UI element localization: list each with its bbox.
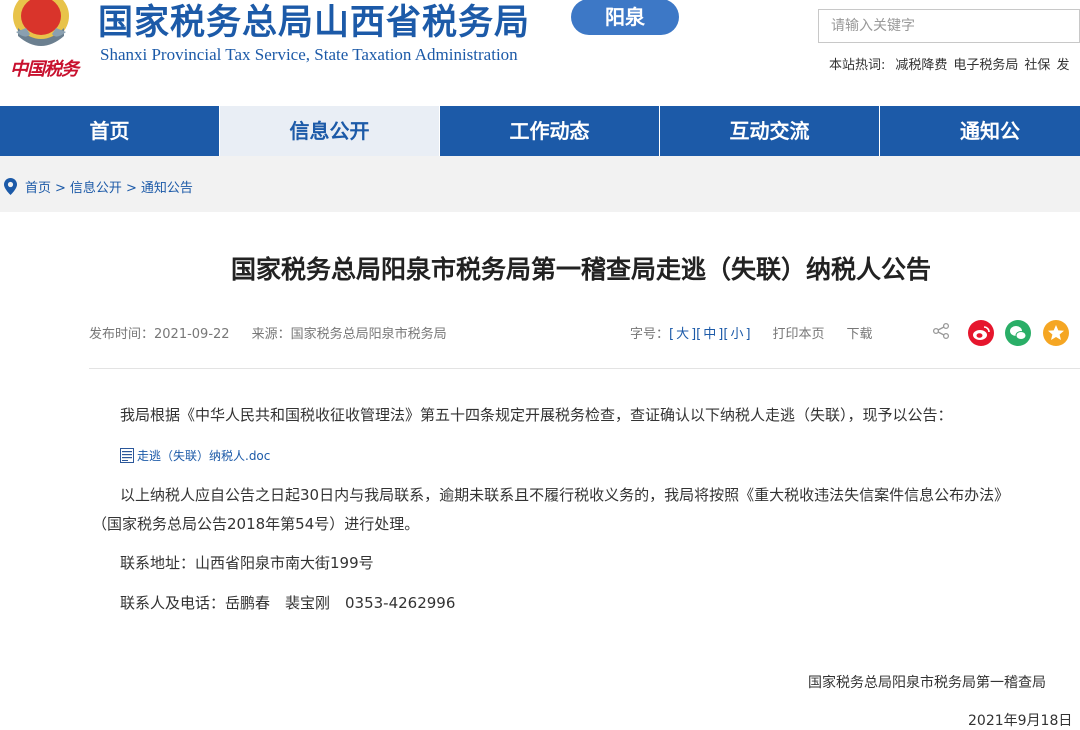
word-doc-icon: [120, 448, 134, 463]
breadcrumb: 首页 > 信息公开 > 通知公告: [25, 177, 193, 196]
site-title[interactable]: 国家税务总局山西省税务局: [98, 0, 530, 45]
breadcrumb-home[interactable]: 首页: [25, 181, 51, 196]
nav-item-notices[interactable]: 通知公: [880, 106, 1080, 156]
site-subtitle: Shanxi Provincial Tax Service, State Tax…: [100, 45, 518, 64]
divider: [89, 368, 1080, 369]
contact-person-phone: 联系人及电话：岳鹏春 裴宝刚 0353-4262996: [120, 594, 456, 612]
hot-word-link[interactable]: 减税降费: [895, 58, 947, 73]
hot-word-link[interactable]: 发: [1056, 58, 1069, 73]
hot-word-link[interactable]: 电子税务局: [953, 58, 1018, 73]
wechat-share-icon[interactable]: [1005, 320, 1031, 346]
font-size-small-button[interactable]: 小: [730, 327, 743, 342]
article-source: 来源：国家税务总局阳泉市税务局: [251, 327, 447, 342]
location-pin-icon: [4, 178, 17, 195]
site-header: 中国税务 国家税务总局山西省税务局 Shanxi Provincial Tax …: [0, 0, 1080, 106]
article-paragraph: 以上纳税人应自公告之日起30日内与我局联系，逾期未联系且不履行税收义务的，我局将…: [120, 486, 1010, 504]
weibo-share-icon[interactable]: [968, 320, 994, 346]
nav-item-work-news[interactable]: 工作动态: [440, 106, 660, 156]
breadcrumb-separator: >: [125, 181, 137, 196]
font-size-large-button[interactable]: 大: [676, 327, 689, 342]
hot-words: 本站热词: 减税降费 电子税务局 社保发: [829, 54, 1075, 73]
article-title: 国家税务总局阳泉市税务局第一稽查局走逃（失联）纳税人公告: [230, 255, 931, 284]
breadcrumb-info-disclosure[interactable]: 信息公开: [70, 181, 122, 196]
favorite-star-icon[interactable]: [1043, 320, 1069, 346]
nav-item-interaction[interactable]: 互动交流: [660, 106, 880, 156]
hot-words-label: 本站热词:: [829, 58, 886, 73]
article-paragraph-continued: （国家税务总局公告2018年第54号）进行处理。: [92, 515, 420, 533]
hot-word-link[interactable]: 社保: [1024, 58, 1050, 73]
breadcrumb-notices[interactable]: 通知公告: [141, 181, 193, 196]
download-button[interactable]: 下载: [847, 327, 873, 342]
attachment-link[interactable]: 走逃（失联）纳税人.doc: [120, 447, 270, 464]
search-box: [818, 9, 1080, 43]
font-size-label: 字号：: [630, 327, 670, 342]
attachment-filename[interactable]: 走逃（失联）纳税人.doc: [137, 449, 270, 463]
city-badge[interactable]: 阳泉: [571, 0, 679, 35]
publish-time: 发布时间：2021-09-22: [89, 327, 230, 342]
breadcrumb-bar: 首页 > 信息公开 > 通知公告: [0, 156, 1080, 212]
article-meta: 发布时间：2021-09-22 来源：国家税务总局阳泉市税务局: [89, 323, 469, 342]
article-paragraph: 我局根据《中华人民共和国税收征收管理法》第五十四条规定开展税务检查，查证确认以下…: [120, 406, 953, 424]
main-nav: 首页 信息公开 工作动态 互动交流 通知公: [0, 106, 1080, 156]
signature-date: 2021年9月18日: [968, 713, 1073, 729]
share-icon[interactable]: [932, 322, 950, 340]
nav-item-home[interactable]: 首页: [0, 106, 220, 156]
nav-item-info-disclosure[interactable]: 信息公开: [220, 106, 440, 156]
china-tax-logo-text: 中国税务: [10, 59, 79, 80]
contact-address: 联系地址：山西省阳泉市南大街199号: [120, 554, 374, 572]
tax-emblem-icon[interactable]: [6, 0, 76, 48]
article-tools: 字号：[大][中][小] 打印本页 下载: [630, 327, 873, 342]
breadcrumb-separator: >: [55, 181, 66, 196]
font-size-medium-button[interactable]: 中: [703, 327, 716, 342]
signature-organization: 国家税务总局阳泉市税务局第一稽查局: [808, 675, 1046, 691]
print-button[interactable]: 打印本页: [773, 327, 825, 342]
search-input[interactable]: [819, 10, 1080, 42]
